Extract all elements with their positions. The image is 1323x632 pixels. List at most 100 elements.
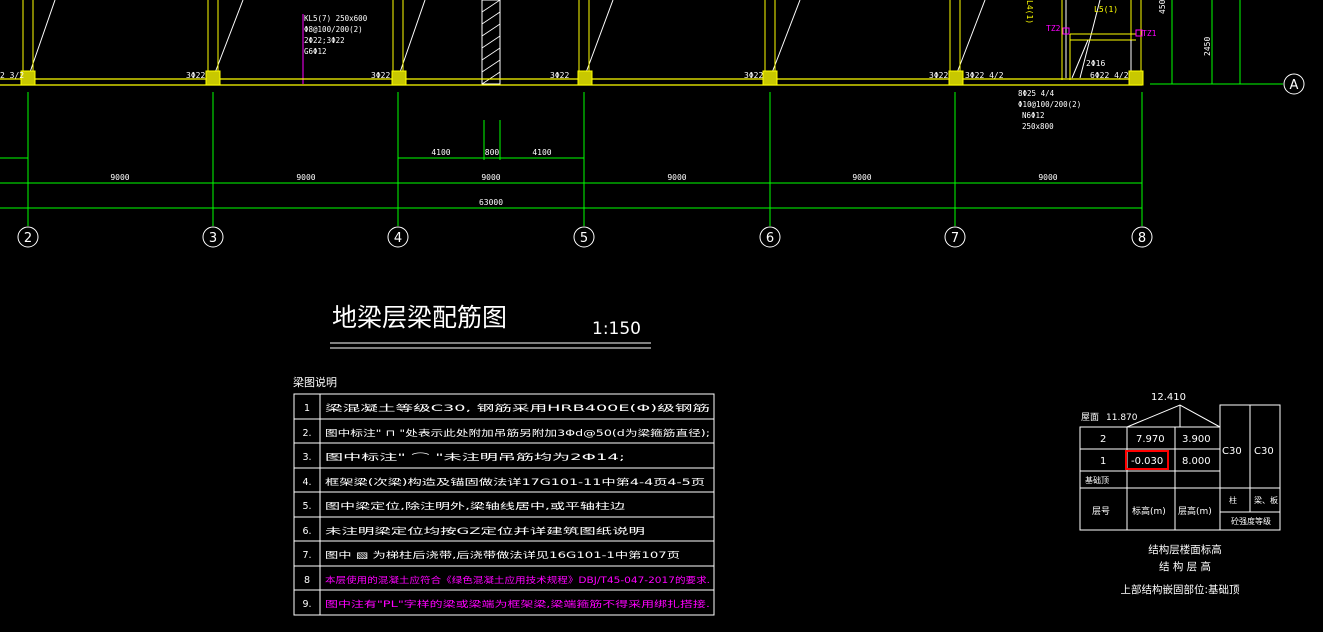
floor-1-height: 8.000 [1182, 456, 1211, 467]
note-text: 本层使用的混凝土应符合《绿色混凝土应用技术规程》DBJ/T45-047-2017… [325, 574, 710, 586]
head-elev: 标高(m) [1132, 505, 1166, 517]
axis-label: 8 [1138, 231, 1146, 246]
elev-top: 12.410 [1151, 392, 1186, 403]
note-text: 图中标注" ⊓ "处表示此处附加吊筋另附加3Φd@50(d为梁箍筋直径); [325, 427, 710, 439]
note-text: 图中 ▨ 为梯柱后浇带,后浇带做法详见16G101-1中第107页 [325, 549, 681, 561]
node-label: 3Φ22 [929, 71, 948, 80]
notes-table: 梁图说明 1 2. 3. 4. 5. 6. 7. 8 9. 梁混凝土等级C30,… [293, 375, 715, 616]
sub-dim: 800 [485, 148, 500, 157]
note-number: 7. [302, 550, 311, 561]
axis-labels: 2 3 4 5 6 7 8 [24, 231, 1146, 246]
node-label-first: 2 3/2 [0, 71, 24, 80]
node-label: 3Φ22 [744, 71, 763, 80]
kl5-note-line: Φ8@100/200(2) [304, 25, 363, 34]
node-label-7-right: 3Φ22 4/2 [965, 71, 1004, 80]
dimension-lines [0, 157, 1142, 209]
caption-line: 上部结构嵌固部位:基础顶 [1120, 583, 1240, 596]
note-text: 图中标注" ⌒ "未注明吊筋均为2Φ14; [325, 451, 625, 463]
span-dim: 9000 [852, 173, 871, 182]
caption-line: 结构层楼面标高 [1148, 543, 1222, 556]
column-8 [1128, 70, 1144, 86]
right-note-line: Φ10@100/200(2) [1018, 100, 1081, 109]
total-dim: 63000 [479, 198, 503, 207]
head-floor: 层号 [1092, 506, 1110, 517]
note-text: 框架梁(次梁)构造及锚固做法详17G101-11中第4-4页4-5页 [325, 476, 706, 488]
right-support-bottom: 6Φ22 4/2 [1090, 71, 1129, 80]
column-6 [762, 70, 778, 86]
note-number: 5. [302, 501, 311, 512]
base-label: 基础顶 [1085, 475, 1109, 485]
right-note-line: N6Φ12 [1022, 111, 1045, 120]
column-stems [22, 0, 1142, 74]
drawing-title-block: 地梁层梁配筋图 1:150 [330, 303, 651, 349]
floor-2-height: 3.900 [1182, 434, 1211, 445]
conc-beam: C30 [1254, 446, 1274, 457]
span-dim: 9000 [296, 173, 315, 182]
note-number: 6. [302, 526, 311, 537]
kl5-note-line: KL5(7) 250x600 [304, 14, 368, 23]
note-number: 4. [302, 477, 311, 488]
dim-2450: 2450 [1203, 37, 1212, 56]
beam-reinforcement-drawing: A 2 3/2 3Φ22 3Φ22 3Φ22 3Φ22 3Φ22 3Φ22 4/… [0, 0, 1305, 616]
span-dim: 9000 [667, 173, 686, 182]
axis-label: 5 [580, 231, 588, 246]
sub-dim: 4100 [431, 148, 450, 157]
axis-a-label: A [1290, 78, 1299, 93]
note-text: 图中梁定位,除注明外,梁轴线居中,或平轴柱边 [325, 500, 626, 512]
note-text: 图中注有"PL"字样的梁或梁端为框架梁,梁端箍筋不得采用绑扎搭接. [325, 598, 710, 610]
label-tz2: TZ2 [1046, 24, 1061, 33]
column-7 [948, 70, 964, 86]
floor-1-elev: -0.030 [1131, 456, 1163, 467]
axis-label: 7 [951, 231, 959, 246]
kl5-note-line: G6Φ12 [304, 47, 327, 56]
note-text: 未注明梁定位均按GZ定位并详建筑图纸说明 [325, 525, 645, 537]
conc-col: C30 [1222, 446, 1242, 457]
notes-heading: 梁图说明 [293, 375, 337, 389]
beam-leaders [27, 0, 1101, 79]
note-number: 1 [304, 403, 310, 414]
head-grade: 砼强度等级 [1231, 516, 1271, 526]
note-number: 9. [302, 599, 311, 610]
span-dim: 9000 [481, 173, 500, 182]
sub-dims: 4100 800 4100 [431, 148, 551, 157]
floor-1: 1 [1100, 456, 1106, 467]
right-dimension-lines [1150, 0, 1283, 85]
note-number: 3. [302, 452, 311, 463]
kl5-note: KL5(7) 250x600 Φ8@100/200(2) 2Φ22;3Φ22 G… [304, 14, 368, 56]
node-label: 3Φ22 [186, 71, 205, 80]
drawing-scale: 1:150 [592, 319, 641, 339]
post-pour-strip [481, 0, 501, 85]
top-labels: L4(1) L5(1) TZ2 TZ1 2450 4500 [1025, 0, 1212, 56]
note-number: 2. [302, 428, 311, 439]
axis-label: 4 [394, 231, 402, 246]
label-l4: L4(1) [1025, 0, 1034, 24]
note-text: 梁混凝土等级C30, 钢筋采用HRB400E(Φ)级钢筋 [325, 402, 711, 414]
label-l5: L5(1) [1094, 5, 1118, 14]
column-4 [391, 70, 407, 86]
kl5-note-line: 2Φ22;3Φ22 [304, 36, 345, 45]
axis-label: 3 [209, 231, 217, 246]
right-note-line: 8Φ25 4/4 [1018, 89, 1055, 98]
note-number: 8 [304, 575, 310, 586]
head-height: 层高(m) [1178, 505, 1212, 517]
node-label: 3Φ22 [371, 71, 390, 80]
span-dim: 9000 [110, 173, 129, 182]
label-tz1: TZ1 [1142, 29, 1157, 38]
right-note-line: 250x800 [1022, 122, 1054, 131]
grid-axes [27, 92, 1143, 226]
axis-label: 6 [766, 231, 774, 246]
floor-2: 2 [1100, 434, 1106, 445]
caption-line: 结 构 层 高 [1159, 560, 1211, 573]
roof-elev: 11.870 [1106, 413, 1138, 423]
span-dim: 9000 [1038, 173, 1057, 182]
floor-2-elev: 7.970 [1136, 434, 1165, 445]
sub-dim: 4100 [532, 148, 551, 157]
roof-label: 屋面 [1081, 412, 1099, 423]
column-5 [577, 70, 593, 86]
right-beam-note: 8Φ25 4/4 Φ10@100/200(2) N6Φ12 250x800 [1018, 89, 1081, 131]
head-beam: 梁、板 [1254, 495, 1278, 505]
axis-a-bubble: A [1283, 73, 1305, 95]
dim-4500: 4500 [1158, 0, 1167, 14]
drawing-title: 地梁层梁配筋图 [332, 303, 507, 332]
right-support-top: 2Φ16 [1086, 59, 1105, 68]
